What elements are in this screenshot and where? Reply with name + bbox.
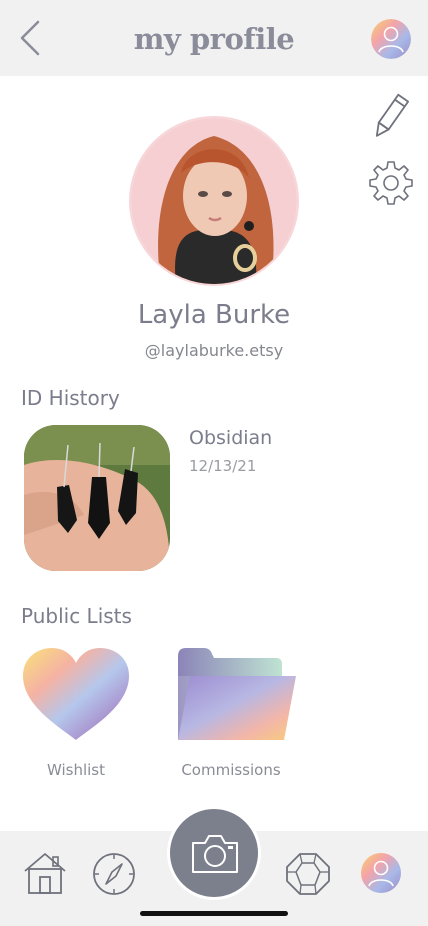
- public-lists-heading: Public Lists: [21, 604, 132, 628]
- heart-icon[interactable]: [21, 646, 131, 742]
- folder-icon[interactable]: [176, 646, 298, 744]
- gem-icon[interactable]: [285, 852, 331, 896]
- top-bar: my profile: [0, 0, 428, 76]
- id-history-heading: ID History: [21, 386, 120, 410]
- pencil-icon[interactable]: [370, 92, 410, 142]
- profile-photo: [129, 116, 299, 286]
- compass-icon[interactable]: [92, 852, 136, 896]
- user-avatar-icon[interactable]: [371, 19, 411, 59]
- wishlist-label[interactable]: Wishlist: [21, 761, 131, 779]
- camera-button[interactable]: [167, 806, 261, 900]
- profile-handle: @laylaburke.etsy: [144, 341, 284, 360]
- home-indicator: [140, 911, 288, 916]
- profile-name: Layla Burke: [137, 300, 291, 330]
- profile-icon[interactable]: [361, 853, 401, 893]
- commissions-label[interactable]: Commissions: [166, 761, 296, 779]
- page-title: my profile: [133, 22, 295, 56]
- id-history-item-name[interactable]: Obsidian: [189, 427, 272, 449]
- home-icon[interactable]: [23, 851, 67, 895]
- gear-icon[interactable]: [368, 160, 414, 206]
- camera-icon: [192, 835, 238, 873]
- id-history-item-date: 12/13/21: [189, 457, 257, 475]
- id-history-thumbnail[interactable]: [24, 425, 170, 571]
